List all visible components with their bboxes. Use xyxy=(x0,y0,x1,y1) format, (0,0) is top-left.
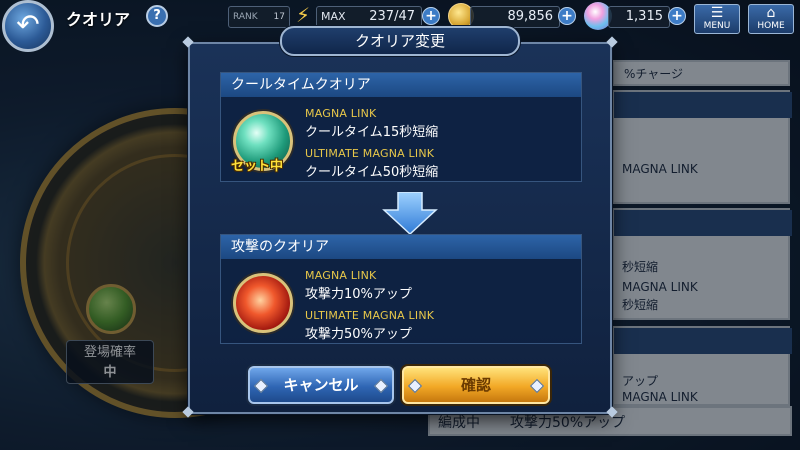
home-label: HOME xyxy=(757,21,785,31)
current-magna-link-value: クールタイム15秒短縮 xyxy=(305,125,439,140)
equipped-badge: セット中 xyxy=(231,159,284,174)
menu-label: MENU xyxy=(703,21,731,31)
rank-value: 17 xyxy=(273,12,285,22)
button-ornament xyxy=(529,378,545,394)
stamina-plus-button[interactable]: + xyxy=(422,7,440,25)
new-magna-link-label: MAGNA LINK xyxy=(305,269,377,282)
current-ultimate-label: ULTIMATE MAGNA LINK xyxy=(305,147,435,160)
new-magna-link-value: 攻撃力10%アップ xyxy=(305,287,412,302)
rank-label: RANK xyxy=(233,12,258,22)
stamina-value: 237/47 xyxy=(369,9,415,24)
button-ornament xyxy=(373,378,389,394)
gem-display: 1,315 xyxy=(608,6,670,28)
back-arrow-icon[interactable]: ↶ xyxy=(2,0,54,52)
dialog-title-plate: クオリア変更 xyxy=(280,26,520,56)
cancel-label: キャンセル xyxy=(283,376,359,394)
button-ornament xyxy=(253,378,269,394)
gem-plus-button[interactable]: + xyxy=(668,7,686,25)
new-quaria-header: 攻撃のクオリア xyxy=(221,235,581,259)
new-ultimate-value: 攻撃力50%アップ xyxy=(305,327,412,342)
help-icon[interactable]: ? xyxy=(146,5,168,27)
arrow-down-icon xyxy=(382,192,438,236)
new-quaria-section: 攻撃のクオリア MAGNA LINK 攻撃力10%アップ ULTIMATE MA… xyxy=(220,234,582,344)
red-quaria-orb-icon xyxy=(233,273,293,333)
button-ornament xyxy=(407,378,423,394)
coin-plus-button[interactable]: + xyxy=(558,7,576,25)
gem-value: 1,315 xyxy=(625,9,663,24)
cancel-button[interactable]: キャンセル xyxy=(248,366,394,404)
current-quaria-header: クールタイムクオリア xyxy=(221,73,581,97)
stamina-max-label: MAX xyxy=(321,10,346,23)
current-ultimate-value: クールタイム50秒短縮 xyxy=(305,165,439,180)
current-quaria-section: クールタイムクオリア セット中 MAGNA LINK クールタイム15秒短縮 U… xyxy=(220,72,582,182)
stamina-bolt-icon: ⚡ xyxy=(296,3,311,27)
home-button[interactable]: ⌂ HOME xyxy=(748,4,794,34)
stamina-display: MAX 237/47 xyxy=(316,6,422,28)
screen-title: クオリア xyxy=(66,10,131,29)
current-magna-link-label: MAGNA LINK xyxy=(305,107,377,120)
menu-button[interactable]: ☰ MENU xyxy=(694,4,740,34)
confirm-label: 確認 xyxy=(460,376,491,394)
coin-value: 89,856 xyxy=(507,9,554,24)
confirm-button[interactable]: 確認 xyxy=(402,366,550,404)
dialog-title: クオリア変更 xyxy=(354,32,445,50)
home-icon: ⌂ xyxy=(766,5,776,21)
rank-display: RANK 17 xyxy=(228,6,290,28)
new-ultimate-label: ULTIMATE MAGNA LINK xyxy=(305,309,435,322)
coin-display: 89,856 xyxy=(470,6,560,28)
menu-icon: ☰ xyxy=(710,5,724,21)
